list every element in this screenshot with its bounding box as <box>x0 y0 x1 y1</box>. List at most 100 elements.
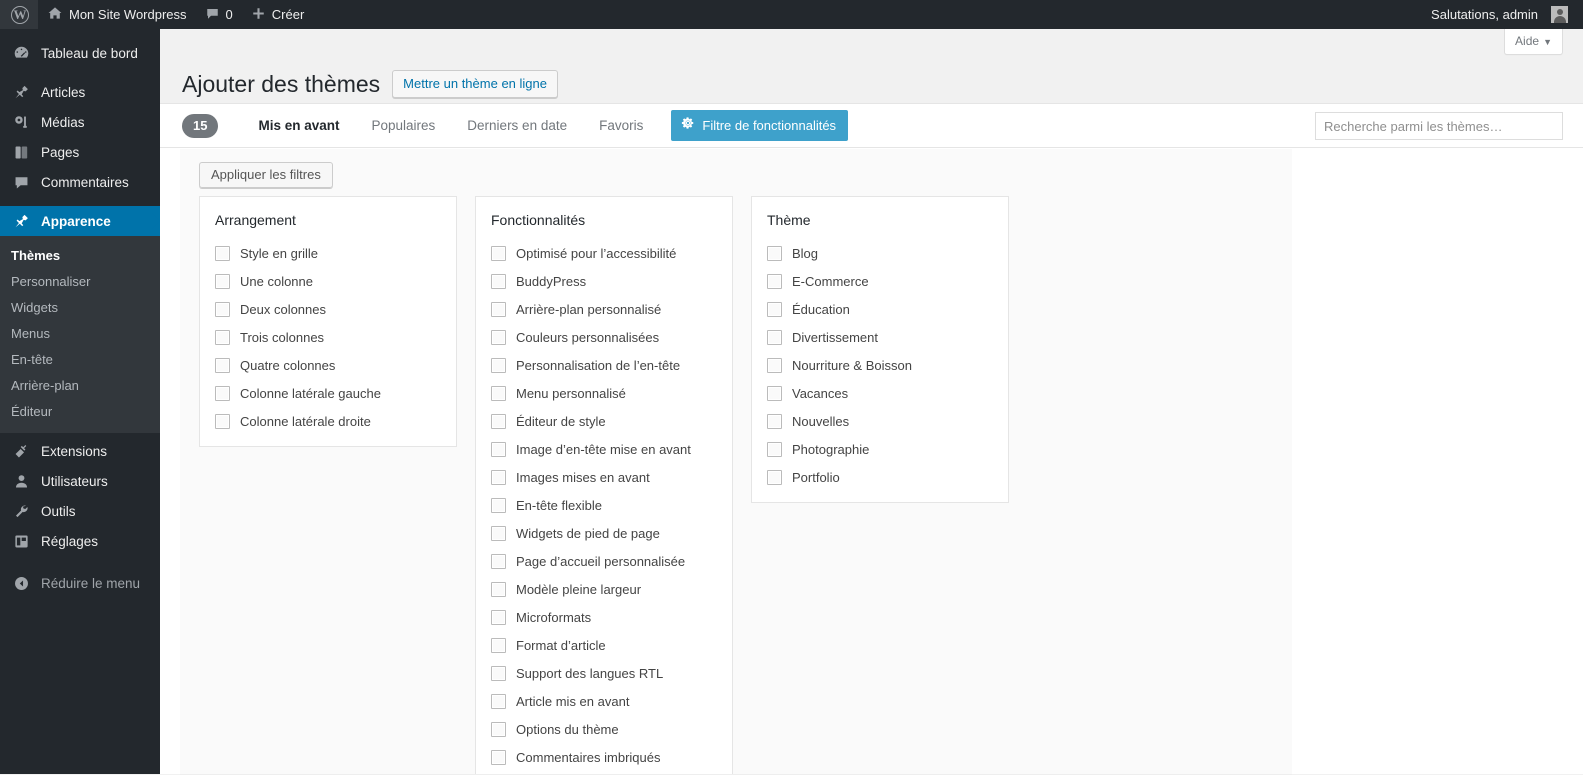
checkbox-icon[interactable] <box>491 330 506 345</box>
checkbox-icon[interactable] <box>767 470 782 485</box>
filter-checkbox-item[interactable]: Options du thème <box>491 721 712 738</box>
checkbox-icon[interactable] <box>767 330 782 345</box>
checkbox-icon[interactable] <box>491 694 506 709</box>
checkbox-icon[interactable] <box>491 274 506 289</box>
checkbox-icon[interactable] <box>491 386 506 401</box>
filter-checkbox-item[interactable]: Support des langues RTL <box>491 665 712 682</box>
checkbox-icon[interactable] <box>767 274 782 289</box>
filter-checkbox-item[interactable]: BuddyPress <box>491 273 712 290</box>
filter-checkbox-item[interactable]: Menu personnalisé <box>491 385 712 402</box>
checkbox-icon[interactable] <box>491 414 506 429</box>
checkbox-icon[interactable] <box>491 498 506 513</box>
search-input[interactable] <box>1315 112 1563 140</box>
sidebar-item-posts[interactable]: Articles <box>0 77 160 107</box>
sidebar-item-tools[interactable]: Outils <box>0 496 160 526</box>
filter-checkbox-item[interactable]: Optimisé pour l’accessibilité <box>491 245 712 262</box>
checkbox-icon[interactable] <box>767 414 782 429</box>
checkbox-icon[interactable] <box>215 386 230 401</box>
filter-checkbox-item[interactable]: Nouvelles <box>767 413 988 430</box>
filter-checkbox-item[interactable]: Nourriture & Boisson <box>767 357 988 374</box>
filter-checkbox-item[interactable]: E-Commerce <box>767 273 988 290</box>
sidebar-item-comments[interactable]: Commentaires <box>0 167 160 197</box>
checkbox-icon[interactable] <box>491 638 506 653</box>
new-content-menu[interactable]: Créer <box>242 0 314 29</box>
filter-checkbox-item[interactable]: Microformats <box>491 609 712 626</box>
checkbox-icon[interactable] <box>215 302 230 317</box>
wp-logo-menu[interactable]: W <box>0 0 38 29</box>
sidebar-subitem-header[interactable]: En-tête <box>0 347 160 373</box>
collapse-menu-button[interactable]: Réduire le menu <box>0 568 160 598</box>
tab-latest[interactable]: Derniers en date <box>457 104 577 148</box>
filter-checkbox-item[interactable]: Éditeur de style <box>491 413 712 430</box>
filter-checkbox-item[interactable]: Deux colonnes <box>215 301 436 318</box>
sidebar-item-pages[interactable]: Pages <box>0 137 160 167</box>
checkbox-icon[interactable] <box>215 330 230 345</box>
checkbox-icon[interactable] <box>491 722 506 737</box>
filter-checkbox-item[interactable]: Commentaires imbriqués <box>491 749 712 766</box>
filter-checkbox-item[interactable]: Colonne latérale droite <box>215 413 436 430</box>
filter-checkbox-item[interactable]: Éducation <box>767 301 988 318</box>
filter-checkbox-item[interactable]: Une colonne <box>215 273 436 290</box>
sidebar-subitem-customize[interactable]: Personnaliser <box>0 269 160 295</box>
sidebar-item-plugins[interactable]: Extensions <box>0 436 160 466</box>
filter-checkbox-item[interactable]: Personnalisation de l’en-tête <box>491 357 712 374</box>
checkbox-icon[interactable] <box>215 414 230 429</box>
filter-checkbox-item[interactable]: Page d’accueil personnalisée <box>491 553 712 570</box>
filter-checkbox-item[interactable]: Style en grille <box>215 245 436 262</box>
feature-filter-toggle[interactable]: Filtre de fonctionnalités <box>671 110 849 141</box>
filter-checkbox-item[interactable]: Widgets de pied de page <box>491 525 712 542</box>
filter-checkbox-item[interactable]: Arrière-plan personnalisé <box>491 301 712 318</box>
checkbox-icon[interactable] <box>215 274 230 289</box>
filter-checkbox-item[interactable]: Images mises en avant <box>491 469 712 486</box>
checkbox-icon[interactable] <box>491 526 506 541</box>
filter-checkbox-item[interactable]: Couleurs personnalisées <box>491 329 712 346</box>
filter-checkbox-item[interactable]: Photographie <box>767 441 988 458</box>
checkbox-icon[interactable] <box>491 750 506 765</box>
sidebar-item-appearance[interactable]: Apparence <box>0 206 160 236</box>
checkbox-icon[interactable] <box>491 302 506 317</box>
checkbox-icon[interactable] <box>215 246 230 261</box>
filter-checkbox-item[interactable]: Image d’en-tête mise en avant <box>491 441 712 458</box>
filter-checkbox-item[interactable]: En-tête flexible <box>491 497 712 514</box>
tab-favorites[interactable]: Favoris <box>589 104 653 148</box>
checkbox-icon[interactable] <box>491 610 506 625</box>
comments-menu[interactable]: 0 <box>196 0 242 29</box>
checkbox-icon[interactable] <box>767 358 782 373</box>
checkbox-icon[interactable] <box>491 554 506 569</box>
filter-checkbox-item[interactable]: Divertissement <box>767 329 988 346</box>
checkbox-icon[interactable] <box>215 358 230 373</box>
sidebar-item-users[interactable]: Utilisateurs <box>0 466 160 496</box>
filter-checkbox-item[interactable]: Trois colonnes <box>215 329 436 346</box>
checkbox-icon[interactable] <box>767 246 782 261</box>
checkbox-icon[interactable] <box>491 582 506 597</box>
filter-checkbox-item[interactable]: Format d’article <box>491 637 712 654</box>
filter-checkbox-item[interactable]: Blog <box>767 245 988 262</box>
checkbox-icon[interactable] <box>491 246 506 261</box>
site-name-menu[interactable]: Mon Site Wordpress <box>38 0 196 29</box>
filter-checkbox-item[interactable]: Article mis en avant <box>491 693 712 710</box>
filter-checkbox-item[interactable]: Vacances <box>767 385 988 402</box>
tab-featured[interactable]: Mis en avant <box>248 104 349 148</box>
upload-theme-button[interactable]: Mettre un thème en ligne <box>392 70 558 98</box>
checkbox-icon[interactable] <box>491 358 506 373</box>
checkbox-icon[interactable] <box>767 302 782 317</box>
tab-popular[interactable]: Populaires <box>362 104 446 148</box>
checkbox-icon[interactable] <box>767 386 782 401</box>
filter-checkbox-item[interactable]: Portfolio <box>767 469 988 486</box>
checkbox-icon[interactable] <box>491 666 506 681</box>
filter-checkbox-item[interactable]: Modèle pleine largeur <box>491 581 712 598</box>
apply-filters-button[interactable]: Appliquer les filtres <box>199 162 333 188</box>
sidebar-subitem-menus[interactable]: Menus <box>0 321 160 347</box>
filter-checkbox-item[interactable]: Quatre colonnes <box>215 357 436 374</box>
sidebar-subitem-editor[interactable]: Éditeur <box>0 399 160 425</box>
sidebar-subitem-background[interactable]: Arrière-plan <box>0 373 160 399</box>
sidebar-item-dashboard[interactable]: Tableau de bord <box>0 38 160 68</box>
sidebar-item-settings[interactable]: Réglages <box>0 526 160 556</box>
checkbox-icon[interactable] <box>491 442 506 457</box>
sidebar-subitem-themes[interactable]: Thèmes <box>0 243 160 269</box>
checkbox-icon[interactable] <box>491 470 506 485</box>
my-account-menu[interactable]: Salutations, admin <box>1422 0 1577 29</box>
sidebar-item-media[interactable]: Médias <box>0 107 160 137</box>
help-toggle-button[interactable]: Aide ▼ <box>1504 29 1563 55</box>
filter-checkbox-item[interactable]: Colonne latérale gauche <box>215 385 436 402</box>
